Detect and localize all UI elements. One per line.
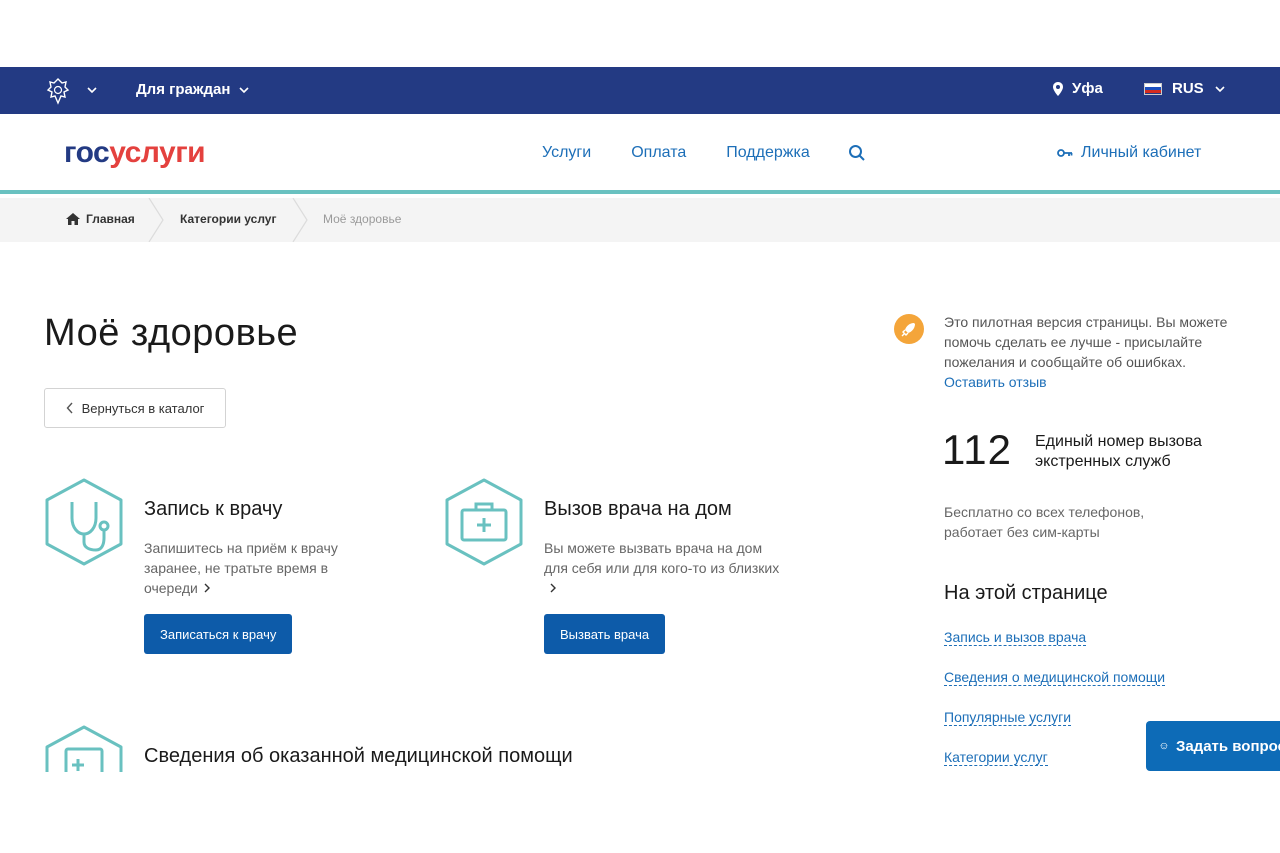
nav-services[interactable]: Услуги bbox=[542, 144, 591, 162]
breadcrumb-separator bbox=[292, 198, 308, 242]
service-card-doctor-appointment: Запись к врачу Запишитесь на приём к вра… bbox=[44, 478, 404, 658]
feedback-link[interactable]: Оставить отзыв bbox=[944, 374, 1047, 390]
nav-support[interactable]: Поддержка bbox=[726, 144, 809, 162]
audience-label: Для граждан bbox=[136, 81, 231, 98]
service-description[interactable]: Запишитесь на приём к врачу заранее, не … bbox=[144, 538, 384, 598]
breadcrumb: Главная Категории услуг Моё здоровье bbox=[0, 198, 1280, 242]
breadcrumb-separator bbox=[148, 198, 164, 242]
chevron-left-icon bbox=[66, 402, 73, 414]
chevron-right-icon bbox=[550, 583, 556, 593]
ask-question-widget[interactable]: Задать вопрос bbox=[1146, 721, 1280, 771]
search-icon[interactable] bbox=[848, 144, 866, 162]
coat-of-arms-icon[interactable] bbox=[44, 77, 72, 105]
personal-account-link[interactable]: Личный кабинет bbox=[1057, 144, 1201, 162]
book-doctor-button[interactable]: Записаться к врачу bbox=[144, 614, 293, 654]
main-content: Моё здоровье Вернуться в каталог Запись … bbox=[0, 242, 1280, 772]
russia-flag-icon bbox=[1144, 82, 1162, 95]
main-nav: Услуги Оплата Поддержка bbox=[542, 144, 810, 162]
rocket-icon bbox=[894, 314, 924, 344]
toc-link-appointment[interactable]: Запись и вызов врача bbox=[944, 629, 1087, 646]
audience-selector[interactable]: Для граждан bbox=[136, 81, 250, 98]
home-icon bbox=[66, 213, 80, 225]
gosuslugi-logo[interactable]: госуслуги bbox=[64, 136, 206, 170]
city-label: Уфа bbox=[1072, 80, 1103, 97]
chevron-down-icon bbox=[239, 86, 250, 93]
toc-link-medical-info[interactable]: Сведения о медицинской помощи bbox=[944, 669, 1166, 686]
service-card-home-visit: Вызов врача на дом Вы можете вызвать вра… bbox=[444, 478, 804, 658]
toc-link-popular[interactable]: Популярные услуги bbox=[944, 709, 1072, 726]
breadcrumb-home[interactable]: Главная bbox=[66, 212, 135, 226]
chevron-down-icon bbox=[1215, 85, 1225, 92]
emergency-label: Единый номер вызова экстренных служб bbox=[1035, 433, 1202, 470]
service-title[interactable]: Сведения об оказанной медицинской помощи bbox=[144, 745, 573, 768]
service-description[interactable]: Вы можете вызвать врача на дом для себя … bbox=[544, 538, 784, 598]
page-title: Моё здоровье bbox=[44, 312, 299, 354]
location-pin-icon bbox=[1053, 81, 1063, 96]
toc-link-categories[interactable]: Категории услуг bbox=[944, 749, 1048, 766]
language-label: RUS bbox=[1172, 80, 1204, 97]
personal-account-label: Личный кабинет bbox=[1081, 144, 1202, 161]
emergency-description: Бесплатно со всех телефонов, работает бе… bbox=[944, 504, 1145, 540]
key-icon bbox=[1057, 149, 1073, 157]
chevron-right-icon bbox=[204, 583, 210, 593]
stethoscope-icon bbox=[45, 478, 123, 566]
pilot-note-text: Это пилотная версия страницы. Вы можете … bbox=[944, 314, 1228, 390]
call-doctor-button[interactable]: Вызвать врача bbox=[544, 614, 666, 654]
chevron-down-icon[interactable] bbox=[86, 84, 98, 96]
medical-record-icon bbox=[45, 725, 123, 772]
breadcrumb-categories[interactable]: Категории услуг bbox=[180, 212, 276, 226]
breadcrumb-current: Моё здоровье bbox=[323, 212, 402, 226]
service-card-medical-records: Сведения об оказанной медицинской помощи bbox=[44, 725, 744, 772]
site-header: госуслуги Услуги Оплата Поддержка Личный… bbox=[0, 114, 1280, 194]
city-selector[interactable]: Уфа bbox=[1052, 80, 1103, 97]
service-title[interactable]: Запись к врачу bbox=[144, 498, 282, 521]
support-agent-icon bbox=[1160, 742, 1168, 750]
nav-payment[interactable]: Оплата bbox=[631, 144, 686, 162]
back-to-catalog-button[interactable]: Вернуться в каталог bbox=[44, 388, 226, 428]
top-bar: Для граждан Уфа RUS bbox=[0, 67, 1280, 114]
on-this-page-title: На этой странице bbox=[944, 582, 1108, 604]
language-selector[interactable]: RUS bbox=[1144, 80, 1226, 97]
service-title[interactable]: Вызов врача на дом bbox=[544, 498, 732, 521]
emergency-number: 112 bbox=[942, 426, 1012, 473]
medical-kit-icon bbox=[445, 478, 523, 566]
